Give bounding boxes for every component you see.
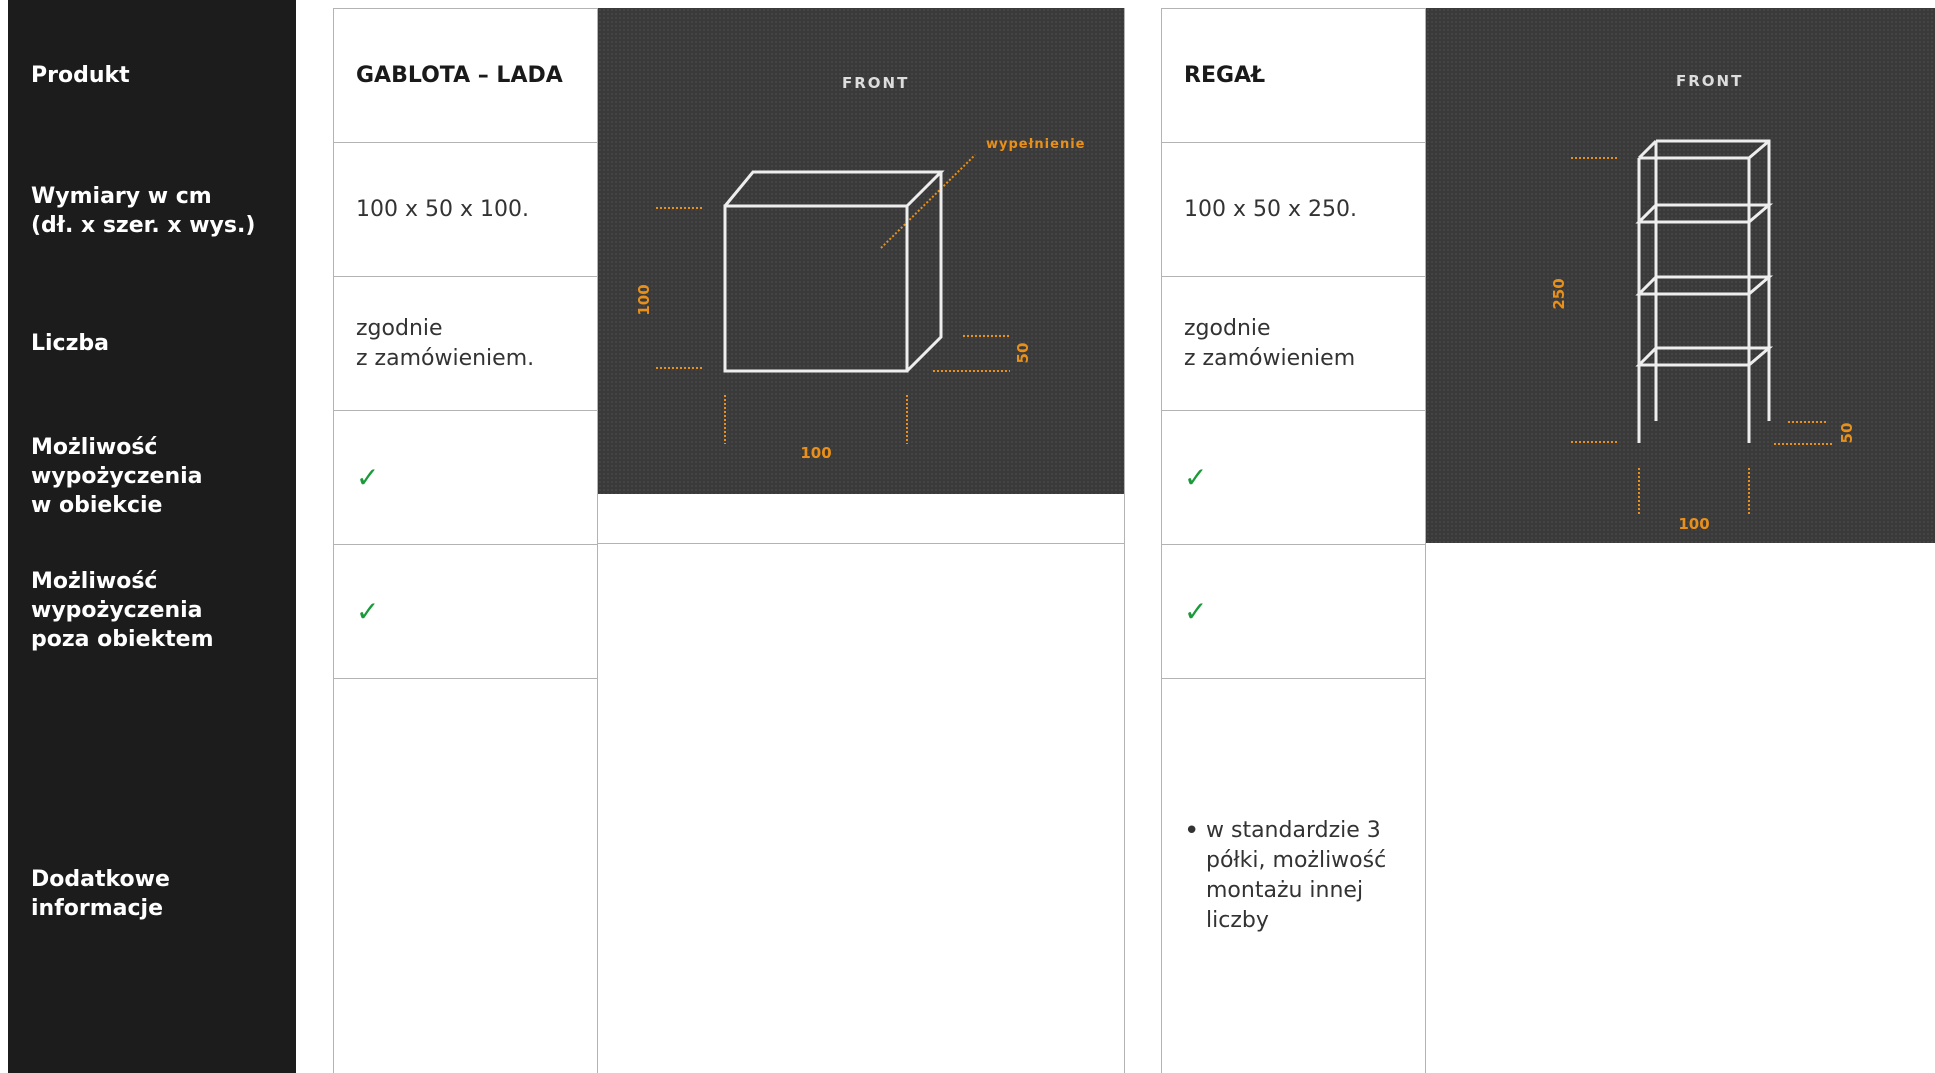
label-rent-outside-line2: wypożyczenia <box>31 598 203 623</box>
product-name: REGAŁ <box>1162 8 1426 142</box>
label-rent-inside-line3: w obiekcie <box>31 493 163 518</box>
label-rent-inside-line1: Możliwość <box>31 435 158 460</box>
check-icon: ✓ <box>356 594 380 628</box>
label-dimensions: Wymiary w cm (dł. x szer. x wys.) <box>31 182 255 240</box>
fill-label: wypełnienie <box>986 137 1086 152</box>
quantity-line1: zgodnie <box>1184 315 1271 341</box>
width-label: 100 <box>1678 515 1709 533</box>
check-icon: ✓ <box>1184 594 1208 628</box>
label-quantity: Liczba <box>31 331 109 356</box>
height-label: 250 <box>1550 278 1568 309</box>
row-labels-sidebar: Produkt Wymiary w cm (dł. x szer. x wys.… <box>8 0 296 1073</box>
product-dimensions: 100 x 50 x 250. <box>1162 142 1426 276</box>
height-label: 100 <box>635 284 653 315</box>
display-case-outline <box>723 170 945 373</box>
label-product: Produkt <box>31 63 130 88</box>
product-quantity: zgodnie z zamówieniem <box>1162 276 1426 410</box>
rent-inside-cell: ✓ <box>334 410 598 544</box>
label-rent-outside: Możliwość wypożyczenia poza obiektem <box>31 567 214 654</box>
depth-label: 50 <box>1014 343 1032 364</box>
front-label: FRONT <box>842 74 909 92</box>
drawing-gablota: FRONT wypełnienie 100 50 100 <box>598 8 1124 494</box>
product-dimensions: 100 x 50 x 100. <box>334 142 598 276</box>
list-item: w standardzie 3 półki, możliwość montażu… <box>1184 816 1407 936</box>
label-dimensions-line2: (dł. x szer. x wys.) <box>31 213 256 238</box>
dimension-guides <box>1571 157 1834 516</box>
label-rent-inside-line2: wypożyczenia <box>31 464 203 489</box>
label-additional-info: Dodatkowe informacje <box>31 867 170 921</box>
product-name: GABLOTA – LADA <box>334 8 598 142</box>
additional-info-list: w standardzie 3 półki, możliwość montażu… <box>1184 816 1407 936</box>
rent-outside-cell: ✓ <box>1162 544 1426 678</box>
quantity-line2: z zamówieniem <box>1184 345 1356 371</box>
rent-outside-cell: ✓ <box>334 544 598 678</box>
product-quantity: zgodnie z zamówieniem. <box>334 276 598 410</box>
empty-column-gablota <box>598 543 1125 1073</box>
check-icon: ✓ <box>356 460 380 494</box>
product-card-gablota: GABLOTA – LADA 100 x 50 x 100. zgodnie z… <box>333 8 599 1073</box>
depth-label: 50 <box>1838 423 1856 444</box>
shelf-outline <box>1635 139 1774 443</box>
front-label: FRONT <box>1676 72 1743 90</box>
additional-info-cell <box>334 678 598 1073</box>
width-label: 100 <box>800 444 831 462</box>
label-rent-outside-line1: Możliwość <box>31 569 158 594</box>
quantity-line1: zgodnie <box>356 315 443 341</box>
check-icon: ✓ <box>1184 460 1208 494</box>
drawing-regal: FRONT 250 50 100 <box>1426 8 1935 543</box>
fill-pointer-line <box>880 154 976 249</box>
quantity-line2: z zamówieniem. <box>356 345 535 371</box>
product-card-regal: REGAŁ 100 x 50 x 250. zgodnie z zamówien… <box>1161 8 1427 1073</box>
dimension-guides <box>656 207 1010 444</box>
label-dimensions-line1: Wymiary w cm <box>31 184 212 209</box>
additional-info-cell: w standardzie 3 półki, możliwość montażu… <box>1162 678 1426 1073</box>
label-rent-inside: Możliwość wypożyczenia w obiekcie <box>31 433 203 520</box>
label-rent-outside-line3: poza obiektem <box>31 627 214 652</box>
rent-inside-cell: ✓ <box>1162 410 1426 544</box>
